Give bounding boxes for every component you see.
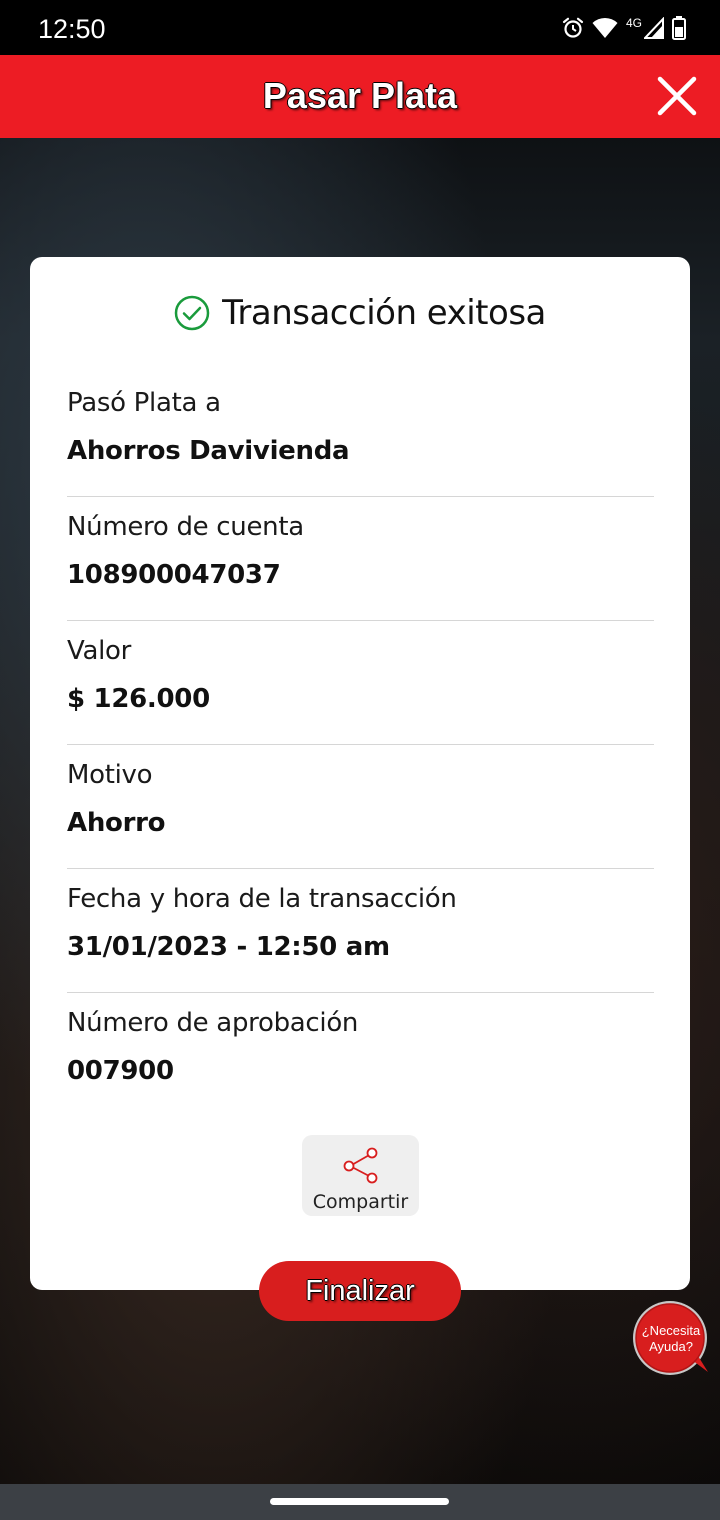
detail-row-reason: Motivo Ahorro <box>67 745 654 869</box>
detail-label: Número de cuenta <box>67 512 304 542</box>
detail-value: Ahorros Davivienda <box>67 436 350 466</box>
navigation-bar <box>0 1484 720 1520</box>
battery-icon <box>672 16 686 40</box>
status-bar: 12:50 4G <box>0 0 720 55</box>
detail-value: $ 126.000 <box>67 684 210 714</box>
help-label-line2: Ayuda? <box>649 1339 693 1354</box>
success-header: Transacción exitosa <box>30 293 690 333</box>
share-button[interactable]: Compartir <box>302 1135 419 1216</box>
detail-label: Motivo <box>67 760 153 790</box>
status-time: 12:50 <box>38 14 106 44</box>
alarm-icon <box>562 17 584 38</box>
detail-list: Pasó Plata a Ahorros Davivienda Número d… <box>67 373 654 1117</box>
share-label: Compartir <box>312 1191 409 1213</box>
close-button[interactable] <box>656 75 698 117</box>
status-icons: 4G <box>562 14 686 42</box>
success-title: Transacción exitosa <box>222 293 546 333</box>
detail-row-approval-number: Número de aprobación 007900 <box>67 993 654 1117</box>
receipt-card: Transacción exitosa Pasó Plata a Ahorros… <box>30 257 690 1290</box>
share-icon <box>343 1147 378 1184</box>
detail-label: Fecha y hora de la transacción <box>67 884 457 914</box>
finish-label: Finalizar <box>305 1274 415 1307</box>
signal-icon <box>644 17 664 39</box>
detail-value: 108900047037 <box>67 560 281 590</box>
detail-label: Número de aprobación <box>67 1008 359 1038</box>
detail-label: Pasó Plata a <box>67 388 221 418</box>
page-title: Pasar Plata <box>262 75 458 116</box>
wifi-icon <box>592 17 618 38</box>
home-indicator[interactable] <box>270 1498 449 1505</box>
app-header: Pasar Plata <box>0 55 720 138</box>
detail-value: Ahorro <box>67 808 166 838</box>
detail-label: Valor <box>67 636 132 666</box>
detail-value: 007900 <box>67 1056 174 1086</box>
detail-value: 31/01/2023 - 12:50 am <box>67 932 390 962</box>
detail-row-destination: Pasó Plata a Ahorros Davivienda <box>67 373 654 497</box>
help-button[interactable]: ¿Necesita Ayuda? <box>632 1300 712 1380</box>
help-label: ¿Necesita Ayuda? <box>634 1323 708 1355</box>
help-label-line1: ¿Necesita <box>641 1323 701 1338</box>
detail-row-datetime: Fecha y hora de la transacción 31/01/202… <box>67 869 654 993</box>
network-label: 4G <box>625 16 642 30</box>
close-icon <box>657 76 697 116</box>
check-circle-icon <box>174 295 210 331</box>
detail-row-amount: Valor $ 126.000 <box>67 621 654 745</box>
finish-button[interactable]: Finalizar <box>259 1261 461 1321</box>
detail-row-account-number: Número de cuenta 108900047037 <box>67 497 654 621</box>
